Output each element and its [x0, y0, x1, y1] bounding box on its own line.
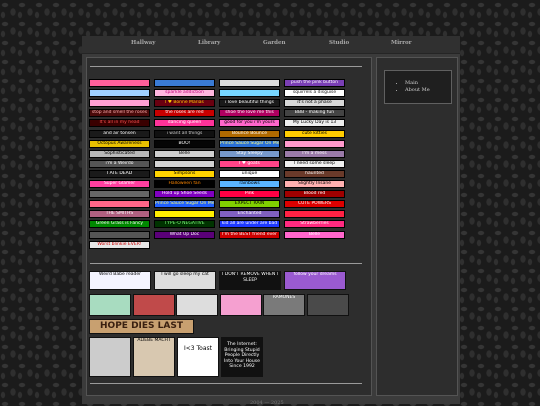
stamp-image: [133, 294, 175, 316]
nav-library[interactable]: Library: [198, 40, 220, 46]
stamp-image: [89, 294, 131, 316]
blinkie-button[interactable]: dancing queen: [154, 119, 215, 128]
blinkie-button[interactable]: shoe the love me this: [219, 109, 280, 118]
blinkie-button[interactable]: My Lucky Day is 13: [284, 119, 345, 128]
divider: [90, 263, 362, 264]
blinkie-button[interactable]: i'm a Weirdo: [89, 159, 150, 168]
stamp-image: RAMONES: [263, 294, 305, 316]
sidebar-item-main[interactable]: Main: [405, 80, 451, 87]
blinkie-button[interactable]: i love beautiful things: [219, 99, 280, 108]
blinkie-button[interactable]: [89, 230, 150, 239]
blinkie-button[interactable]: [284, 210, 345, 219]
blinkie-button[interactable]: [89, 200, 150, 209]
blinkie-button[interactable]: [89, 89, 150, 98]
blinkie-button[interactable]: Octopus Awareness: [89, 139, 150, 148]
blinkie-button[interactable]: Blood red: [284, 190, 345, 199]
blinkie-button[interactable]: Prince Sauce Sugar On Me: [154, 200, 215, 209]
blinkie-button[interactable]: [219, 79, 280, 87]
blinkie-button[interactable]: Halloween fan: [154, 180, 215, 188]
divider: [90, 66, 362, 67]
stamp-image: [220, 294, 262, 316]
blinkie-button[interactable]: Green Grass is Fancy: [89, 220, 150, 229]
blinkie-button[interactable]: unique: [219, 169, 280, 178]
blinkie-button[interactable]: CUTE POWERS: [284, 200, 345, 209]
blinkie-button[interactable]: I'm the BEST friend ever: [219, 230, 280, 239]
blinkie-button[interactable]: squirrels a disguise: [284, 89, 345, 98]
blinkie-button[interactable]: Slightly Insane: [284, 180, 345, 188]
blinkie-button[interactable]: Worst blinkie EVER!: [89, 240, 150, 249]
blinkie-button[interactable]: Hold up Shoe Seeds: [154, 190, 215, 199]
blinkie-button[interactable]: haunted: [284, 169, 345, 178]
stamp-image: [307, 294, 349, 316]
blinkie-button[interactable]: cute kitties: [284, 129, 345, 138]
stamp-image: ALIEBE MACHT: [133, 337, 175, 377]
blinkie-button[interactable]: Belle: [284, 230, 345, 239]
blinkie-button[interactable]: [89, 79, 150, 87]
blinkie-button[interactable]: Stay Sleepy: [219, 149, 280, 158]
stamp-image: HOPE DIES LAST: [89, 319, 194, 334]
blinkie-button[interactable]: and air tonsen: [89, 129, 150, 138]
blinkie-button[interactable]: sparkle addiction: [154, 89, 215, 98]
blinkie-button[interactable]: good for you i'm yours: [219, 119, 280, 128]
blinkie-button[interactable]: I ATE DEAD: [89, 169, 150, 178]
blinkie-button[interactable]: EXPECT RAIN: [219, 200, 280, 209]
blinkie-button[interactable]: stop and smell the roses: [89, 109, 150, 118]
blinkie-button[interactable]: THE SMITHS: [89, 210, 150, 219]
blinkie-button[interactable]: the roses are red: [154, 109, 215, 118]
blinkie-button[interactable]: rainbows: [219, 180, 280, 188]
blinkie-button[interactable]: What Up Doc: [154, 230, 215, 239]
sidebar: [376, 57, 458, 396]
divider: [90, 383, 362, 384]
stamp-image: The Internet: Bringing Stupid People Dir…: [221, 337, 263, 377]
blinkie-button[interactable]: Super Glamer: [89, 180, 150, 188]
blinkie-button[interactable]: i want all things: [154, 129, 215, 138]
top-nav: Hallway Library Garden Studio Mirror: [82, 36, 460, 54]
blinkie-button[interactable]: It's all in my head: [89, 119, 150, 128]
blinkie-button[interactable]: Prince Sauce Sugar On Me: [219, 139, 280, 148]
blinkie-button[interactable]: [89, 190, 150, 199]
blinkie-button[interactable]: Simpsons: [154, 169, 215, 178]
stamp-image: I<3 Toast: [177, 337, 219, 377]
blinkie-button[interactable]: Strawberries: [284, 220, 345, 229]
footer-text: 2004 — 2025: [250, 400, 284, 406]
blinkie-button[interactable]: I ♥ Bonne Marias: [154, 99, 215, 108]
blinkie-button[interactable]: Pink: [219, 190, 280, 199]
blinkie-button[interactable]: BBB - making fun: [284, 109, 345, 118]
nav-studio[interactable]: Studio: [329, 40, 349, 46]
blinkie-button[interactable]: I ♥ goats: [219, 159, 280, 168]
blinkie-button[interactable]: I need some sleep: [284, 159, 345, 168]
blinkie-button[interactable]: TYPE-O NEGATIVE: [154, 220, 215, 229]
blinkie-button[interactable]: [89, 99, 150, 108]
stamp-image: I DON'T REMOVE WHEN I SLEEP: [219, 271, 281, 290]
nav-hallway[interactable]: Hallway: [131, 40, 155, 46]
nav-garden[interactable]: Garden: [263, 40, 286, 46]
blinkie-button[interactable]: Belle: [154, 149, 215, 158]
blinkie-button[interactable]: [219, 89, 280, 98]
blinkie-button[interactable]: Sophisticated: [89, 149, 150, 158]
blinkie-button[interactable]: Enchanted: [219, 210, 280, 219]
stamp-image: Weird Babe reader: [89, 271, 151, 290]
blinkie-button[interactable]: [154, 159, 215, 168]
stamp-image: follow your dreams: [284, 271, 346, 290]
nav-mirror[interactable]: Mirror: [391, 40, 412, 46]
blinkie-button[interactable]: kid all are under are bad: [219, 220, 280, 229]
blinkie-button[interactable]: [154, 210, 215, 219]
blinkie-button[interactable]: [284, 139, 345, 148]
sidebar-item-about-me[interactable]: About Me: [405, 87, 451, 94]
blinkie-button[interactable]: I'm a mess: [284, 149, 345, 158]
blinkie-button[interactable]: push the pink button: [284, 79, 345, 87]
blinkie-button[interactable]: Bounce Bounce: [219, 129, 280, 138]
sidebar-menu: Main About Me: [384, 70, 452, 104]
blinkie-button[interactable]: BOO!: [154, 139, 215, 148]
stamp-image: [176, 294, 218, 316]
stamp-image: I will go sleep my cat: [154, 271, 216, 290]
stamp-image: [89, 337, 131, 377]
blinkie-button[interactable]: it's not a phase: [284, 99, 345, 108]
blinkie-button[interactable]: [154, 79, 215, 87]
